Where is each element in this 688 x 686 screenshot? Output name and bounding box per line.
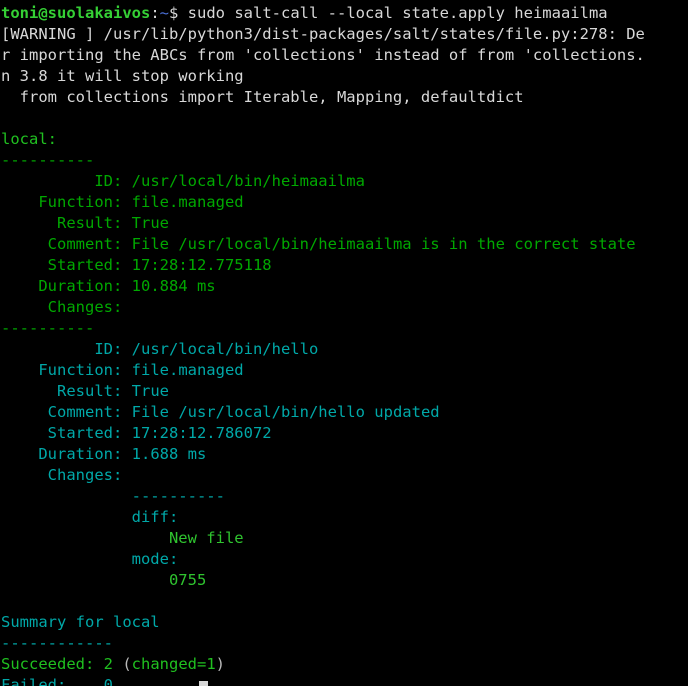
state-id-label: ID: — [1, 172, 132, 190]
text-cursor — [199, 681, 208, 686]
terminal-window[interactable]: toni@suolakaivos:~$ sudo salt-call --loc… — [0, 0, 688, 686]
state-started-value: 17:28:12.786072 — [131, 424, 272, 442]
state-started-value: 17:28:12.775118 — [131, 256, 272, 274]
state-duration-value: 10.884 ms — [131, 277, 216, 295]
changes-mode-key: mode: — [1, 550, 179, 568]
state-comment-label: Comment: — [1, 403, 132, 421]
state-duration-line: Duration: 1.688 ms — [1, 444, 688, 465]
separator-top: ---------- — [1, 151, 95, 169]
state-function-line: Function: file.managed — [1, 192, 688, 213]
warning-line-3: n 3.8 it will stop working — [1, 67, 244, 85]
state-function-value: file.managed — [131, 193, 244, 211]
summary-paren-open: ( — [122, 655, 132, 673]
changes-diff-value: New file — [1, 529, 244, 547]
state-function-label: Function: — [1, 193, 132, 211]
changes-mode-value: 0755 — [1, 571, 207, 589]
state-result-value: True — [131, 214, 169, 232]
state-duration-line: Duration: 10.884 ms — [1, 276, 688, 297]
state-changes-label: Changes: — [1, 466, 151, 484]
state-result-label: Result: — [1, 214, 132, 232]
state-id-line: ID: /usr/local/bin/hello — [1, 339, 688, 360]
state-separator: ---------- — [1, 319, 95, 337]
summary-paren-close: ) — [215, 655, 226, 673]
state-started-line: Started: 17:28:12.775118 — [1, 255, 688, 276]
state-result-value: True — [131, 382, 169, 400]
state-result-line: Result: True — [1, 381, 688, 402]
warning-line-2: r importing the ABCs from 'collections' … — [1, 46, 645, 64]
changes-diff-key: diff: — [1, 508, 179, 526]
prompt-user-host: toni@suolakaivos — [1, 4, 151, 22]
summary-heading: Summary for local — [1, 613, 160, 631]
state-result-line: Result: True — [1, 213, 688, 234]
state-id-value: /usr/local/bin/hello — [131, 340, 319, 358]
state-started-label: Started: — [1, 256, 132, 274]
summary-succeeded-line: Succeeded: 2 (changed=1) — [1, 654, 688, 675]
state-result-label: Result: — [1, 382, 132, 400]
state-id-line: ID: /usr/local/bin/heimaailma — [1, 171, 688, 192]
summary-separator-top: ------------ — [1, 634, 113, 652]
state-started-label: Started: — [1, 424, 132, 442]
state-id-value: /usr/local/bin/heimaailma — [131, 172, 365, 190]
warning-line-4: from collections import Iterable, Mappin… — [1, 88, 524, 106]
changes-inner-separator: ---------- — [1, 487, 225, 505]
state-duration-value: 1.688 ms — [131, 445, 207, 463]
state-id-label: ID: — [1, 340, 132, 358]
state-duration-label: Duration: — [1, 277, 132, 295]
prompt-line: toni@suolakaivos:~$ sudo salt-call --loc… — [1, 3, 688, 24]
state-function-line: Function: file.managed — [1, 360, 688, 381]
state-changes-label: Changes: — [1, 298, 151, 316]
summary-succeeded-label: Succeeded: 2 — [1, 655, 123, 673]
state-started-line: Started: 17:28:12.786072 — [1, 423, 688, 444]
state-comment-line: Comment: File /usr/local/bin/hello updat… — [1, 402, 688, 423]
state-comment-value: File /usr/local/bin/hello updated — [131, 403, 440, 421]
state-comment-label: Comment: — [1, 235, 132, 253]
summary-changed-count: changed=1 — [131, 655, 216, 673]
state-comment-line: Comment: File /usr/local/bin/heimaailma … — [1, 234, 688, 255]
prompt-path: ~ — [159, 4, 169, 22]
state-function-value: file.managed — [131, 361, 244, 379]
prompt-sigil: $ — [169, 4, 179, 22]
state-comment-value: File /usr/local/bin/heimaailma is in the… — [131, 235, 636, 253]
terminal-screen: toni@suolakaivos:~$ sudo salt-call --loc… — [0, 0, 688, 686]
target-label: local: — [1, 130, 57, 148]
command-text: sudo salt-call --local state.apply heima… — [178, 4, 608, 22]
state-duration-label: Duration: — [1, 445, 132, 463]
state-function-label: Function: — [1, 361, 132, 379]
summary-failed-line: Failed: 0 — [1, 676, 113, 686]
warning-line-1: [WARNING ] /usr/lib/python3/dist-package… — [1, 25, 645, 43]
prompt-colon: : — [150, 4, 160, 22]
